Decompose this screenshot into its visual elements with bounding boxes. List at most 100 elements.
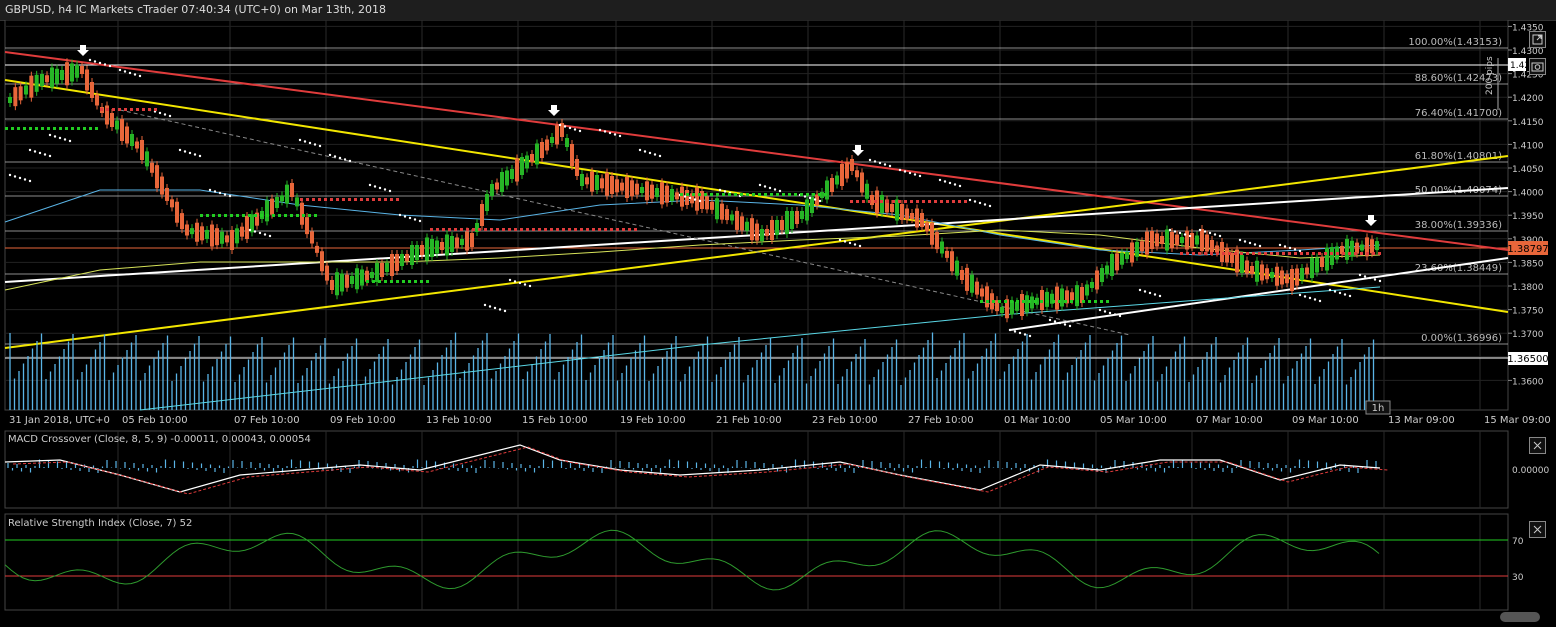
candle <box>13 87 18 107</box>
candle <box>150 162 154 173</box>
resistance-dot <box>1192 252 1195 255</box>
parabolic-sar-dot <box>608 131 612 135</box>
resistance-dot <box>396 198 399 201</box>
candle <box>645 181 649 201</box>
price-tick-label: 1.3600 <box>1512 377 1544 387</box>
candle <box>1135 241 1139 257</box>
macd-close-button[interactable] <box>1529 437 1546 454</box>
parabolic-sar-dot <box>613 133 617 136</box>
candle <box>1255 260 1259 282</box>
candle <box>785 211 789 234</box>
candle <box>95 94 99 106</box>
parabolic-sar-dot <box>28 179 32 183</box>
candle <box>840 164 844 186</box>
candle <box>480 204 484 226</box>
parabolic-sar-dot <box>813 198 817 201</box>
support-dot <box>284 214 287 217</box>
support-dot <box>296 214 299 217</box>
parabolic-sar-dot <box>1358 273 1362 277</box>
parabolic-sar-dot <box>958 184 962 188</box>
fibonacci-level-label: 61.80%(1.40801) <box>1415 151 1502 162</box>
support-dot <box>716 193 719 196</box>
support-dot <box>224 214 227 217</box>
resistance-dot <box>1294 252 1297 255</box>
candle <box>770 220 774 240</box>
price-tick-label: 1.3850 <box>1512 259 1544 269</box>
candle <box>830 178 834 192</box>
horizontal-scrollbar[interactable] <box>1500 612 1540 622</box>
time-tick-label: 19 Feb 10:00 <box>620 415 686 426</box>
parabolic-sar-dot <box>1143 290 1147 293</box>
resistance-dot <box>616 228 619 231</box>
candle <box>545 139 549 151</box>
parabolic-sar-dot <box>853 243 857 246</box>
parabolic-sar-dot <box>33 150 37 153</box>
candle <box>505 170 509 186</box>
parabolic-sar-dot <box>908 171 912 175</box>
candle <box>1295 268 1299 286</box>
price-tick-label: 1.4000 <box>1512 189 1544 199</box>
parabolic-sar-dot <box>1318 299 1322 303</box>
candle <box>1215 245 1219 253</box>
support-dot <box>728 193 731 196</box>
rsi-lower-label: 30 <box>1512 573 1524 583</box>
parabolic-sar-dot <box>483 303 487 307</box>
candle <box>850 159 854 171</box>
support-dot <box>366 280 369 283</box>
candle <box>1205 234 1209 252</box>
parabolic-sar-dot <box>938 178 942 182</box>
macd-panel[interactable]: MACD Crossover (Close, 8, 5, 9) -0.00011… <box>0 430 1556 510</box>
resistance-dot <box>1318 252 1321 255</box>
parabolic-sar-dot <box>118 68 122 72</box>
candle <box>300 202 304 225</box>
candle <box>1165 229 1169 251</box>
chart-screenshot-button[interactable] <box>1529 58 1546 75</box>
candle <box>310 231 314 244</box>
resistance-dot <box>568 228 571 231</box>
support-dot <box>248 214 251 217</box>
parabolic-sar-dot <box>1048 318 1052 322</box>
parabolic-sar-dot <box>53 135 57 138</box>
candle <box>240 226 244 237</box>
parabolic-sar-dot <box>1308 296 1312 300</box>
fibonacci-level-label: 0.00%(1.36996) <box>1421 333 1502 344</box>
candle <box>350 276 354 284</box>
parabolic-sar-dot <box>763 185 767 188</box>
resistance-dot <box>958 200 961 203</box>
parabolic-sar-dot <box>1248 241 1252 245</box>
candle <box>605 172 609 196</box>
candle <box>580 174 584 186</box>
candle <box>405 254 409 261</box>
candle <box>655 188 659 197</box>
resistance-dot <box>1306 252 1309 255</box>
resistance-dot <box>1348 252 1351 255</box>
parabolic-sar-dot <box>343 158 347 161</box>
macd-title: MACD Crossover (Close, 8, 5, 9) -0.00011… <box>8 434 311 445</box>
rsi-close-button[interactable] <box>1529 521 1546 538</box>
rsi-panel[interactable]: Relative Strength Index (Close, 7) 52 70 3… <box>0 512 1556 627</box>
parabolic-sar-dot <box>948 181 952 185</box>
candle <box>245 216 249 239</box>
parabolic-sar-dot <box>493 306 497 310</box>
chart-maximize-button[interactable] <box>1529 31 1546 48</box>
price-tick-label: 1.4200 <box>1512 94 1544 104</box>
resistance-dot <box>372 198 375 201</box>
support-dot <box>992 300 995 303</box>
candle <box>375 263 379 282</box>
parabolic-sar-dot <box>1018 331 1022 335</box>
price-chart[interactable]: 31 Jan 2018, UTC+0 05 Feb 10:00 07 Feb 10:… <box>0 20 1556 430</box>
parabolic-sar-dot <box>178 148 182 152</box>
candle <box>280 195 284 202</box>
parabolic-sar-dot <box>13 175 17 178</box>
candle <box>525 155 529 169</box>
candle <box>710 201 714 210</box>
parabolic-sar-dot <box>1278 243 1282 247</box>
support-dot <box>998 300 1001 303</box>
parabolic-sar-dot <box>873 160 877 163</box>
candle <box>115 120 119 130</box>
volume-marker-value: 1.36500 <box>1507 354 1548 365</box>
candle <box>930 222 934 245</box>
candle <box>1085 284 1089 296</box>
parabolic-sar-dot <box>903 170 907 173</box>
candle <box>1320 257 1324 267</box>
